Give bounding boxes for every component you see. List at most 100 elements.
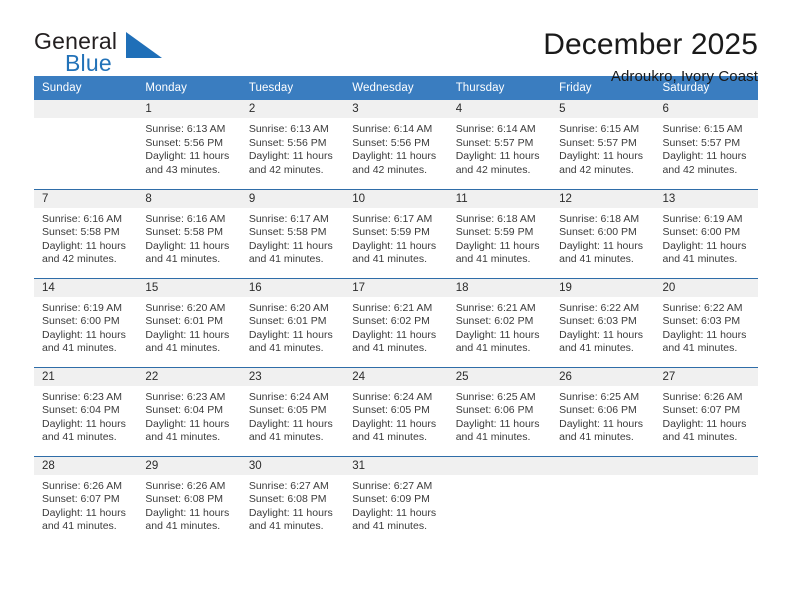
sunrise-text: Sunrise: 6:13 AM	[248, 123, 329, 135]
day-number: 12	[551, 189, 655, 208]
daylight-text-line1: Daylight: 11 hours	[42, 417, 126, 430]
day-cell[interactable]: 16 Sunrise: 6:20 AM Sunset: 6:01 PM Dayligh…	[240, 277, 345, 367]
daylight-text-line1: Daylight: 11 hours	[352, 150, 437, 163]
day-cell[interactable]: 14 Sunrise: 6:19 AM Sunset: 6:00 PM Dayligh…	[34, 277, 138, 367]
day-details: Sunrise: 6:24 AM Sunset: 6:05 PM Daylight:…	[344, 386, 447, 445]
daylight-text-line1: Daylight: 11 hours	[559, 150, 643, 163]
sunrise-text: Sunrise: 6:26 AM	[42, 479, 122, 492]
day-cell[interactable]: 25 Sunrise: 6:25 AM Sunset: 6:06 PM Dayligh…	[447, 366, 552, 456]
day-cell[interactable]: 8 Sunrise: 6:16 AM Sunset: 5:58 PM Daylight…	[137, 188, 241, 278]
day-number: 29	[137, 456, 241, 475]
day-details: Sunrise: 6:22 AM Sunset: 6:03 PM Daylight:…	[655, 297, 758, 356]
day-cell[interactable]: 30 Sunrise: 6:27 AM Sunset: 6:08 PM Dayligh…	[240, 455, 345, 545]
day-cell[interactable]: 6 Sunrise: 6:15 AM Sunset: 5:57 PM Daylight…	[654, 100, 758, 189]
daylight-text-line2: and 41 minutes.	[145, 342, 221, 355]
sunrise-text: Sunrise: 6:23 AM	[145, 390, 226, 403]
day-cell[interactable]: 24 Sunrise: 6:24 AM Sunset: 6:05 PM Dayligh…	[344, 366, 448, 456]
daylight-text-line1: Daylight: 11 hours	[145, 328, 230, 341]
day-cell[interactable]: 4 Sunrise: 6:14 AM Sunset: 5:57 PM Daylight…	[447, 100, 552, 189]
day-cell[interactable]: 5 Sunrise: 6:15 AM Sunset: 5:57 PM Daylight…	[551, 100, 655, 189]
day-cell[interactable]: 13 Sunrise: 6:19 AM Sunset: 6:00 PM Dayligh…	[654, 188, 758, 278]
day-details: Sunrise: 6:21 AM Sunset: 6:02 PM Daylight:…	[344, 297, 447, 356]
page-header: General Blue December 2025 Adroukro, Ivo…	[0, 0, 792, 85]
daylight-text-line2: and 42 minutes.	[352, 163, 427, 176]
day-details: Sunrise: 6:20 AM Sunset: 6:01 PM Daylight:…	[137, 297, 240, 356]
daylight-text-line1: Daylight: 11 hours	[662, 239, 747, 252]
day-cell[interactable]: 11 Sunrise: 6:18 AM Sunset: 5:59 PM Dayligh…	[447, 188, 552, 278]
sunset-text: Sunset: 5:58 PM	[42, 226, 120, 239]
day-cell[interactable]: 9 Sunrise: 6:17 AM Sunset: 5:58 PM Daylight…	[240, 188, 345, 278]
sunrise-text: Sunrise: 6:25 AM	[559, 390, 640, 403]
day-cell[interactable]: 21 Sunrise: 6:23 AM Sunset: 6:04 PM Dayligh…	[34, 366, 138, 456]
daylight-text-line1: Daylight: 11 hours	[248, 328, 333, 341]
day-cell[interactable]: 18 Sunrise: 6:21 AM Sunset: 6:02 PM Dayligh…	[447, 277, 552, 367]
sunrise-text: Sunrise: 6:13 AM	[145, 123, 226, 135]
day-number	[34, 100, 138, 118]
week-row: 7 Sunrise: 6:16 AM Sunset: 5:58 PM Daylight…	[34, 188, 758, 278]
generalblue-logo[interactable]: General Blue	[34, 28, 164, 80]
day-number: 15	[137, 278, 241, 297]
day-number	[654, 456, 758, 475]
day-cell[interactable]: 27 Sunrise: 6:26 AM Sunset: 6:07 PM Dayligh…	[654, 366, 758, 456]
day-cell[interactable]: 28 Sunrise: 6:26 AM Sunset: 6:07 PM Dayligh…	[34, 455, 138, 545]
week-row: 14 Sunrise: 6:19 AM Sunset: 6:00 PM Dayligh…	[34, 277, 758, 367]
sunrise-text: Sunrise: 6:21 AM	[352, 301, 433, 314]
daylight-text-line2: and 41 minutes.	[662, 342, 738, 355]
column-header-tuesday: Tuesday	[240, 76, 345, 100]
day-cell[interactable]: 29 Sunrise: 6:26 AM Sunset: 6:08 PM Dayligh…	[137, 455, 241, 545]
day-cell[interactable]: 1 Sunrise: 6:13 AM Sunset: 5:56 PM Daylight…	[137, 100, 241, 189]
day-number: 18	[447, 278, 552, 297]
sunrise-text: Sunrise: 6:26 AM	[145, 479, 226, 492]
day-cell[interactable]: 31 Sunrise: 6:27 AM Sunset: 6:09 PM Dayligh…	[344, 455, 448, 545]
daylight-text-line1: Daylight: 11 hours	[248, 150, 333, 163]
day-number: 4	[447, 100, 552, 118]
day-number: 2	[240, 100, 345, 118]
day-cell[interactable]: 22 Sunrise: 6:23 AM Sunset: 6:04 PM Dayligh…	[137, 366, 241, 456]
day-cell[interactable]: 10 Sunrise: 6:17 AM Sunset: 5:59 PM Dayligh…	[344, 188, 448, 278]
day-cell[interactable]: 3 Sunrise: 6:14 AM Sunset: 5:56 PM Daylight…	[344, 100, 448, 189]
day-cell[interactable]: 2 Sunrise: 6:13 AM Sunset: 5:56 PM Daylight…	[240, 100, 345, 189]
day-cell[interactable]: 12 Sunrise: 6:18 AM Sunset: 6:00 PM Dayligh…	[551, 188, 655, 278]
daylight-text-line2: and 42 minutes.	[42, 253, 117, 266]
day-cell-empty	[654, 455, 758, 545]
day-cell[interactable]: 20 Sunrise: 6:22 AM Sunset: 6:03 PM Dayligh…	[654, 277, 758, 367]
sunrise-text: Sunrise: 6:27 AM	[352, 479, 433, 492]
day-details: Sunrise: 6:19 AM Sunset: 6:00 PM Daylight:…	[655, 208, 758, 267]
day-number: 31	[344, 456, 448, 475]
day-cell[interactable]: 15 Sunrise: 6:20 AM Sunset: 6:01 PM Dayligh…	[137, 277, 241, 367]
sunset-text: Sunset: 6:06 PM	[559, 404, 637, 417]
daylight-text-line1: Daylight: 11 hours	[662, 328, 747, 341]
daylight-text-line1: Daylight: 11 hours	[145, 506, 230, 519]
day-details: Sunrise: 6:23 AM Sunset: 6:04 PM Daylight:…	[137, 386, 240, 445]
daylight-text-line2: and 41 minutes.	[455, 253, 531, 266]
page-title: December 2025	[543, 28, 758, 61]
day-details: Sunrise: 6:18 AM Sunset: 6:00 PM Daylight:…	[551, 208, 654, 267]
sunrise-text: Sunrise: 6:16 AM	[42, 212, 122, 225]
day-cell[interactable]: 7 Sunrise: 6:16 AM Sunset: 5:58 PM Daylight…	[34, 188, 138, 278]
sunset-text: Sunset: 6:02 PM	[352, 315, 430, 328]
day-details: Sunrise: 6:17 AM Sunset: 5:58 PM Daylight:…	[241, 208, 344, 267]
sunrise-text: Sunrise: 6:25 AM	[455, 390, 536, 403]
calendar-body: 1 Sunrise: 6:13 AM Sunset: 5:56 PM Daylight…	[34, 100, 758, 545]
daylight-text-line2: and 42 minutes.	[662, 163, 738, 176]
sunset-text: Sunset: 6:07 PM	[42, 493, 120, 506]
sunset-text: Sunset: 5:58 PM	[145, 226, 224, 239]
sunset-text: Sunset: 6:01 PM	[145, 315, 224, 328]
day-number: 10	[344, 189, 448, 208]
daylight-text-line2: and 41 minutes.	[248, 253, 324, 266]
daylight-text-line1: Daylight: 11 hours	[559, 239, 643, 252]
day-number: 16	[240, 278, 345, 297]
day-cell[interactable]: 23 Sunrise: 6:24 AM Sunset: 6:05 PM Dayligh…	[240, 366, 345, 456]
daylight-text-line2: and 41 minutes.	[662, 431, 738, 444]
day-cell[interactable]: 17 Sunrise: 6:21 AM Sunset: 6:02 PM Dayligh…	[344, 277, 448, 367]
calendar-table: Sunday Monday Tuesday Wednesday Thursday Frid…	[34, 76, 758, 545]
day-cell[interactable]: 19 Sunrise: 6:22 AM Sunset: 6:03 PM Dayligh…	[551, 277, 655, 367]
daylight-text-line1: Daylight: 11 hours	[42, 328, 126, 341]
day-cell[interactable]: 26 Sunrise: 6:25 AM Sunset: 6:06 PM Dayligh…	[551, 366, 655, 456]
day-number: 26	[551, 367, 655, 386]
daylight-text-line1: Daylight: 11 hours	[145, 150, 230, 163]
daylight-text-line1: Daylight: 11 hours	[145, 417, 230, 430]
daylight-text-line1: Daylight: 11 hours	[352, 328, 437, 341]
sunrise-text: Sunrise: 6:27 AM	[248, 479, 329, 492]
sunrise-text: Sunrise: 6:23 AM	[42, 390, 122, 403]
